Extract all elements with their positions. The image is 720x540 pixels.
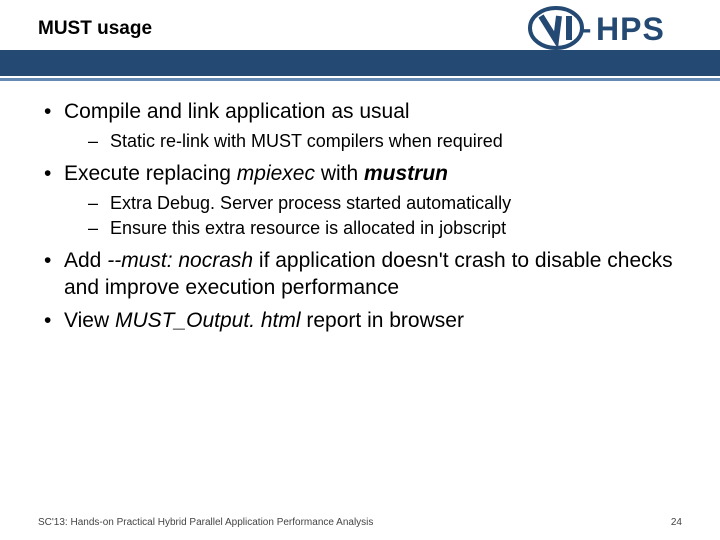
footer-left: SC'13: Hands-on Practical Hybrid Paralle… [38,517,373,528]
sub-bullet-item: Ensure this extra resource is allocated … [88,217,682,240]
footer: SC'13: Hands-on Practical Hybrid Paralle… [0,517,720,528]
text-run: with [315,162,364,185]
sub-bullet-list: Extra Debug. Server process started auto… [88,192,682,240]
text-run: Ensure this extra resource is allocated … [110,218,506,238]
sub-bullet-item: Extra Debug. Server process started auto… [88,192,682,215]
text-run: Extra Debug. Server process started auto… [110,193,511,213]
text-run: Execute replacing [64,162,237,185]
text-run: View [64,309,115,332]
header: MUST usage - HPS [0,0,720,50]
sub-bullet-list: Static re-link with MUST compilers when … [88,130,682,153]
slide: MUST usage - HPS Compile and link applic… [0,0,720,540]
text-run: mustrun [364,162,448,185]
text-run: Compile and link application as usual [64,100,410,123]
sub-bullet-item: Static re-link with MUST compilers when … [88,130,682,153]
vi-hps-logo: - HPS [526,6,696,50]
text-run: mpiexec [237,162,315,185]
text-run: MUST_Output. html [115,309,301,332]
bullet-item: Compile and link application as usual Sta… [38,99,682,153]
svg-text:HPS: HPS [596,11,665,47]
text-run: Add [64,249,107,272]
header-stripe-dark [0,50,720,76]
content-area: Compile and link application as usual Sta… [0,81,720,540]
footer-page-number: 24 [671,517,682,528]
bullet-list: Compile and link application as usual Sta… [38,99,682,334]
text-run: Static re-link with MUST compilers when … [110,131,503,151]
bullet-item: Execute replacing mpiexec with mustrun Ex… [38,161,682,240]
bullet-item: Add --must: nocrash if application doesn… [38,248,682,302]
text-run: --must: nocrash [107,249,253,272]
svg-text:-: - [582,13,591,44]
bullet-item: View MUST_Output. html report in browser [38,308,682,335]
text-run: report in browser [301,309,464,332]
